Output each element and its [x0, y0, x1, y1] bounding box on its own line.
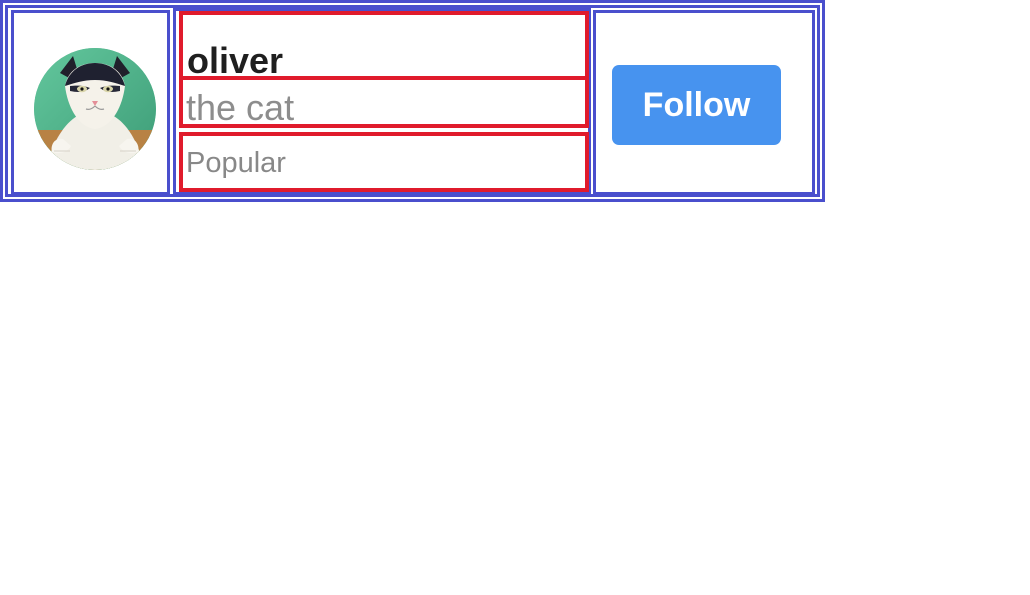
avatar [34, 48, 156, 170]
avatar-cell [11, 10, 170, 195]
action-cell: Follow [593, 10, 815, 195]
profile-subtitle: the cat [186, 87, 295, 128]
profile-card-inner: oliver the cat Popular Follow [5, 5, 820, 197]
cat-photo-icon [34, 48, 156, 170]
popular-badge: Popular [186, 147, 286, 179]
profile-card: oliver the cat Popular Follow [0, 0, 825, 202]
subtitle-row: the cat [179, 76, 589, 128]
follow-button[interactable]: Follow [612, 65, 781, 145]
profile-info: oliver the cat Popular [173, 8, 591, 195]
profile-name: oliver [187, 40, 284, 80]
badge-row: Popular [179, 132, 589, 192]
name-row: oliver [179, 11, 589, 80]
